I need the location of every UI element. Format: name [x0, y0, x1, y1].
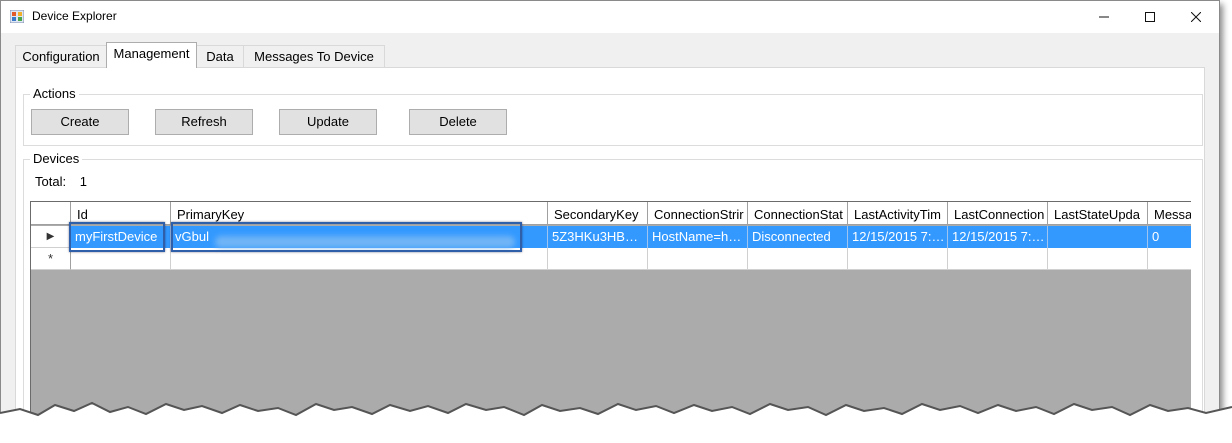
tab-configuration[interactable]: Configuration — [15, 45, 107, 67]
column-header-lastconnection[interactable]: LastConnection — [948, 202, 1048, 224]
update-button[interactable]: Update — [279, 109, 377, 135]
new-cell-lastconnection[interactable] — [948, 248, 1048, 270]
column-header-primarykey[interactable]: PrimaryKey — [171, 202, 548, 224]
create-button[interactable]: Create — [31, 109, 129, 135]
row-header-corner — [31, 202, 71, 224]
close-button[interactable] — [1173, 1, 1219, 32]
primarykey-highlight-box — [171, 222, 522, 252]
cell-connectionstate[interactable]: Disconnected — [748, 226, 848, 248]
app-icon — [10, 10, 24, 23]
id-highlight-box — [69, 222, 165, 252]
maximize-button[interactable] — [1127, 1, 1173, 32]
new-cell-connectionstring[interactable] — [648, 248, 748, 270]
delete-button[interactable]: Delete — [409, 109, 507, 135]
column-header-id[interactable]: Id — [71, 202, 171, 224]
column-header-secondarykey[interactable]: SecondaryKey — [548, 202, 648, 224]
window-title: Device Explorer — [32, 9, 117, 23]
total-value: 1 — [79, 174, 87, 189]
minimize-button[interactable] — [1081, 1, 1127, 32]
row-selector[interactable]: ▶ — [31, 226, 71, 248]
maximize-icon — [1145, 11, 1155, 22]
new-cell-message[interactable] — [1148, 248, 1191, 270]
minimize-icon — [1099, 16, 1109, 17]
tab-data[interactable]: Data — [196, 45, 244, 67]
title-bar[interactable]: Device Explorer — [1, 1, 1219, 33]
cell-laststateupdate[interactable] — [1048, 226, 1148, 248]
cell-message[interactable]: 0 — [1148, 226, 1191, 248]
refresh-button[interactable]: Refresh — [155, 109, 253, 135]
torn-edge — [0, 401, 1232, 443]
new-row-marker: * — [31, 248, 71, 270]
column-header-message[interactable]: Messa — [1148, 202, 1191, 224]
new-cell-laststateupdate[interactable] — [1048, 248, 1148, 270]
new-cell-connectionstate[interactable] — [748, 248, 848, 270]
tab-messages-to-device[interactable]: Messages To Device — [243, 45, 385, 67]
column-header-connectionstate[interactable]: ConnectionStat — [748, 202, 848, 224]
column-header-laststateupdate[interactable]: LastStateUpda — [1048, 202, 1148, 224]
cell-lastactivitytime[interactable]: 12/15/2015 7:… — [848, 226, 948, 248]
cell-secondarykey[interactable]: 5Z3HKu3HB… — [548, 226, 648, 248]
devices-title: Devices — [30, 151, 83, 166]
cell-lastconnection[interactable]: 12/15/2015 7:… — [948, 226, 1048, 248]
new-cell-secondarykey[interactable] — [548, 248, 648, 270]
total-count: Total: 1 — [35, 174, 87, 189]
tab-management[interactable]: Management — [106, 42, 197, 68]
close-icon — [1191, 11, 1201, 22]
column-header-connectionstring[interactable]: ConnectionStrir — [648, 202, 748, 224]
total-label: Total: — [35, 174, 67, 189]
actions-title: Actions — [30, 86, 79, 101]
column-header-lastactivitytime[interactable]: LastActivityTim — [848, 202, 948, 224]
device-explorer-window: Device Explorer Configuration Management… — [0, 0, 1220, 432]
new-cell-lastactivitytime[interactable] — [848, 248, 948, 270]
cell-connectionstring[interactable]: HostName=h… — [648, 226, 748, 248]
